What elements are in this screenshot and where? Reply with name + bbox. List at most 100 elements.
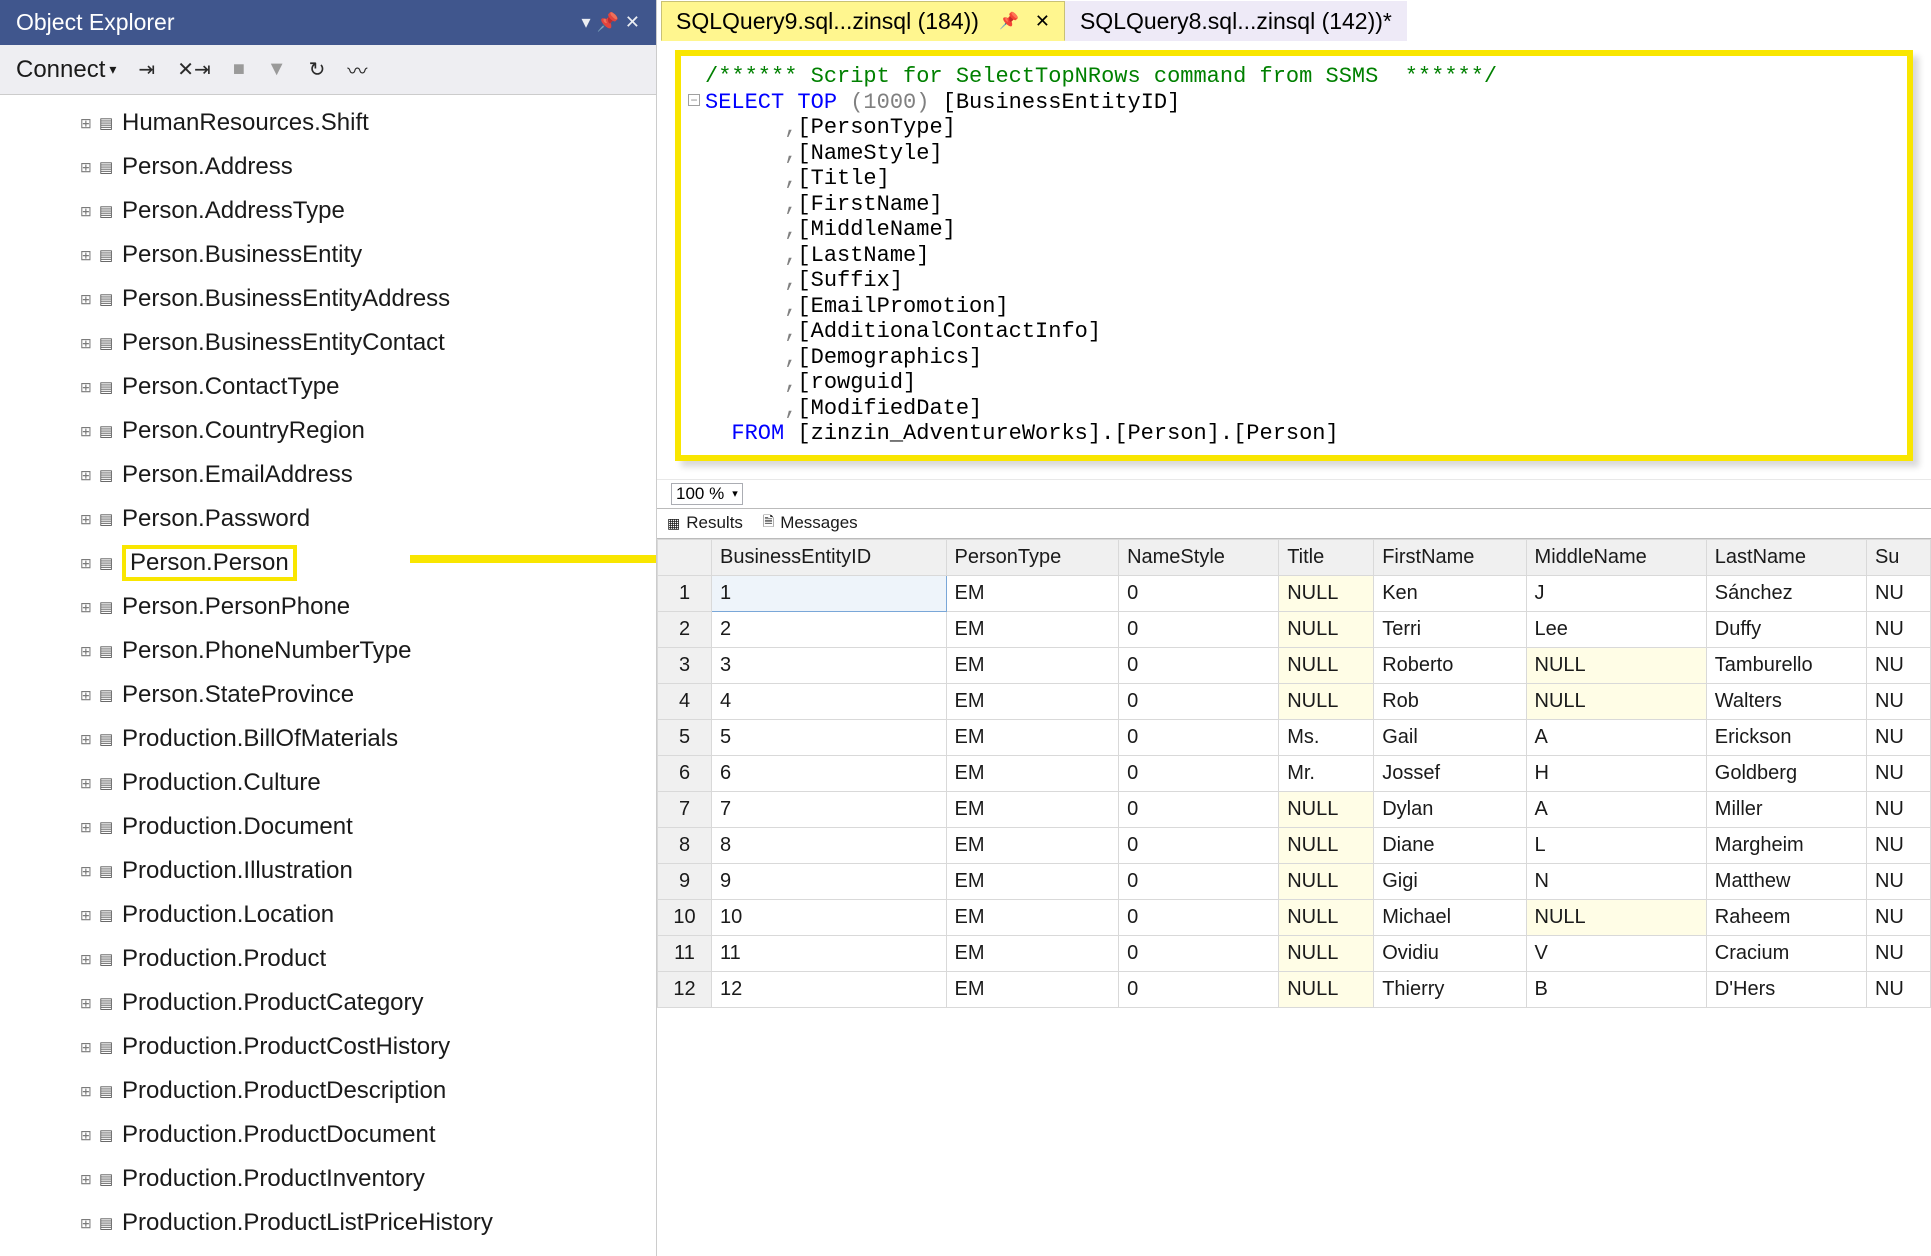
grid-cell[interactable]: 11	[712, 935, 947, 971]
expand-icon[interactable]: ⊞	[80, 995, 98, 1012]
expand-icon[interactable]: ⊞	[80, 203, 98, 220]
grid-cell[interactable]: EM	[946, 647, 1119, 683]
grid-cell[interactable]: 0	[1119, 647, 1279, 683]
grid-cell[interactable]: 1	[712, 575, 947, 611]
grid-cell[interactable]: 9	[712, 863, 947, 899]
window-position-icon[interactable]: ▾	[581, 12, 590, 33]
grid-cell[interactable]: NU	[1866, 611, 1930, 647]
tree-item[interactable]: ⊞▤Person.Password	[80, 497, 656, 541]
grid-cell[interactable]: A	[1526, 719, 1706, 755]
tree-item[interactable]: ⊞▤Production.Culture	[80, 761, 656, 805]
row-number[interactable]: 12	[658, 971, 712, 1007]
grid-cell[interactable]: NU	[1866, 827, 1930, 863]
grid-cell[interactable]: EM	[946, 971, 1119, 1007]
table-row[interactable]: 66EM0Mr.JossefHGoldbergNU	[658, 755, 1931, 791]
results-tab[interactable]: ▦Results	[657, 513, 753, 533]
tree-item[interactable]: ⊞▤Production.Product	[80, 937, 656, 981]
grid-cell[interactable]: NULL	[1279, 863, 1374, 899]
results-grid[interactable]: BusinessEntityIDPersonTypeNameStyleTitle…	[657, 539, 1931, 1008]
grid-cell[interactable]: NU	[1866, 755, 1930, 791]
expand-icon[interactable]: ⊞	[80, 951, 98, 968]
expand-icon[interactable]: ⊞	[80, 1039, 98, 1056]
expand-icon[interactable]: ⊞	[80, 599, 98, 616]
tab-inactive[interactable]: SQLQuery8.sql...zinsql (142))*	[1065, 1, 1407, 41]
grid-cell[interactable]: Cracium	[1706, 935, 1866, 971]
grid-cell[interactable]: 6	[712, 755, 947, 791]
tree-item[interactable]: ⊞▤HumanResources.Shift	[80, 101, 656, 145]
grid-cell[interactable]: Thierry	[1374, 971, 1526, 1007]
table-row[interactable]: 55EM0Ms.GailAEricksonNU	[658, 719, 1931, 755]
grid-cell[interactable]: Lee	[1526, 611, 1706, 647]
tree-item[interactable]: ⊞▤Production.ProductListPriceHistory	[80, 1201, 656, 1245]
tree-item[interactable]: ⊞▤Person.AddressType	[80, 189, 656, 233]
fold-icon[interactable]: −	[688, 94, 700, 106]
grid-cell[interactable]: 0	[1119, 899, 1279, 935]
row-number[interactable]: 7	[658, 791, 712, 827]
row-number[interactable]: 4	[658, 683, 712, 719]
row-number[interactable]: 9	[658, 863, 712, 899]
expand-icon[interactable]: ⊞	[80, 467, 98, 484]
grid-cell[interactable]: 0	[1119, 971, 1279, 1007]
grid-cell[interactable]: Mr.	[1279, 755, 1374, 791]
grid-cell[interactable]: EM	[946, 683, 1119, 719]
row-number[interactable]: 2	[658, 611, 712, 647]
grid-cell[interactable]: EM	[946, 611, 1119, 647]
grid-cell[interactable]: Walters	[1706, 683, 1866, 719]
grid-cell[interactable]: EM	[946, 863, 1119, 899]
grid-cell[interactable]: J	[1526, 575, 1706, 611]
grid-cell[interactable]: 8	[712, 827, 947, 863]
grid-cell[interactable]: EM	[946, 899, 1119, 935]
expand-icon[interactable]: ⊞	[80, 1127, 98, 1144]
grid-cell[interactable]: Dylan	[1374, 791, 1526, 827]
column-header[interactable]: Title	[1279, 539, 1374, 575]
grid-cell[interactable]: NULL	[1526, 899, 1706, 935]
messages-tab[interactable]: 🗎Messages	[753, 511, 868, 535]
expand-icon[interactable]: ⊞	[80, 115, 98, 132]
grid-cell[interactable]: Ms.	[1279, 719, 1374, 755]
grid-cell[interactable]: Margheim	[1706, 827, 1866, 863]
filter-icon[interactable]: ▼	[267, 58, 287, 81]
grid-cell[interactable]: 0	[1119, 935, 1279, 971]
grid-cell[interactable]: Roberto	[1374, 647, 1526, 683]
row-number[interactable]: 1	[658, 575, 712, 611]
column-header[interactable]: FirstName	[1374, 539, 1526, 575]
refresh-icon[interactable]: ↻	[309, 57, 326, 82]
grid-cell[interactable]: N	[1526, 863, 1706, 899]
grid-cell[interactable]: NULL	[1279, 611, 1374, 647]
grid-cell[interactable]: Terri	[1374, 611, 1526, 647]
tree-item[interactable]: ⊞▤Production.Document	[80, 805, 656, 849]
grid-cell[interactable]: NULL	[1526, 647, 1706, 683]
tree-item[interactable]: ⊞▤Person.BusinessEntityAddress	[80, 277, 656, 321]
column-header[interactable]: BusinessEntityID	[712, 539, 947, 575]
sql-code[interactable]: /****** Script for SelectTopNRows comman…	[691, 64, 1899, 447]
row-number[interactable]: 10	[658, 899, 712, 935]
grid-cell[interactable]: NULL	[1279, 827, 1374, 863]
grid-cell[interactable]: 0	[1119, 791, 1279, 827]
tree-item[interactable]: ⊞▤Person.CountryRegion	[80, 409, 656, 453]
grid-cell[interactable]: Ken	[1374, 575, 1526, 611]
grid-cell[interactable]: NU	[1866, 683, 1930, 719]
grid-cell[interactable]: 0	[1119, 719, 1279, 755]
grid-cell[interactable]: NU	[1866, 899, 1930, 935]
grid-cell[interactable]: 4	[712, 683, 947, 719]
grid-cell[interactable]: 0	[1119, 575, 1279, 611]
grid-cell[interactable]: EM	[946, 791, 1119, 827]
tree-item[interactable]: ⊞▤Production.ProductInventory	[80, 1157, 656, 1201]
expand-icon[interactable]: ⊞	[80, 291, 98, 308]
expand-icon[interactable]: ⊞	[80, 1171, 98, 1188]
table-row[interactable]: 77EM0NULLDylanAMillerNU	[658, 791, 1931, 827]
grid-cell[interactable]: NULL	[1526, 683, 1706, 719]
zoom-dropdown[interactable]: 100 %▾	[671, 483, 743, 505]
grid-cell[interactable]: NULL	[1279, 575, 1374, 611]
expand-icon[interactable]: ⊞	[80, 731, 98, 748]
grid-cell[interactable]: Rob	[1374, 683, 1526, 719]
disconnect-all-icon[interactable]: ✕⇥	[177, 57, 211, 82]
tree-item[interactable]: ⊞▤Person.PhoneNumberType	[80, 629, 656, 673]
column-header[interactable]: PersonType	[946, 539, 1119, 575]
row-number[interactable]: 11	[658, 935, 712, 971]
grid-cell[interactable]: Jossef	[1374, 755, 1526, 791]
expand-icon[interactable]: ⊞	[80, 247, 98, 264]
connect-dropdown[interactable]: Connect▾	[16, 56, 116, 84]
grid-cell[interactable]: Diane	[1374, 827, 1526, 863]
tree-item[interactable]: ⊞▤Person.PersonPhone	[80, 585, 656, 629]
